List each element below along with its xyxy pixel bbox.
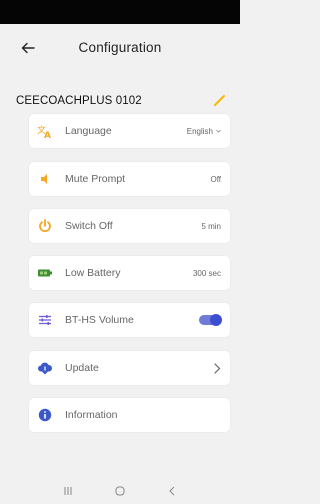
setting-value: Off [210,174,221,184]
setting-switch-off[interactable]: Switch Off 5 min [29,209,230,243]
equalizer-icon [37,312,53,328]
setting-label: Information [65,409,118,421]
volume-toggle[interactable] [199,314,222,326]
recent-apps-icon[interactable] [58,483,78,499]
setting-bt-hs-volume[interactable]: BT-HS Volume [29,303,230,337]
speaker-icon [37,171,53,187]
system-navbar [0,478,240,504]
power-icon [37,218,53,234]
toggle-knob [210,314,222,326]
setting-label: BT-HS Volume [65,314,134,326]
svg-text:A: A [44,131,51,139]
chevron-down-icon [216,129,221,133]
setting-label: Update [65,362,99,374]
setting-mute-prompt[interactable]: Mute Prompt Off [29,162,230,196]
setting-label: Switch Off [65,220,113,232]
app-header: Configuration [0,24,240,74]
page-title: Configuration [78,40,162,55]
setting-label: Low Battery [65,267,121,279]
device-name: CEECOACHPLUS 0102 [16,95,142,107]
pencil-icon[interactable] [212,94,226,108]
home-icon[interactable] [110,483,130,499]
setting-value: English [186,126,213,136]
setting-update[interactable]: Update [29,351,230,385]
setting-value: 5 min [201,221,221,231]
info-icon [37,407,53,423]
setting-low-battery[interactable]: Low Battery 300 sec [29,256,230,290]
chevron-right-icon [214,362,221,374]
battery-icon [37,265,53,281]
back-icon[interactable] [162,483,182,499]
device-row: CEECOACHPLUS 0102 [16,90,226,112]
setting-information[interactable]: Information [29,398,230,432]
setting-label: Mute Prompt [65,173,126,185]
translate-icon: 文 A [37,123,53,139]
setting-language[interactable]: 文 A Language English [29,114,230,148]
status-bar [0,0,240,24]
setting-value: 300 sec [192,268,221,278]
setting-label: Language [65,125,112,137]
cloud-download-icon [37,360,53,376]
